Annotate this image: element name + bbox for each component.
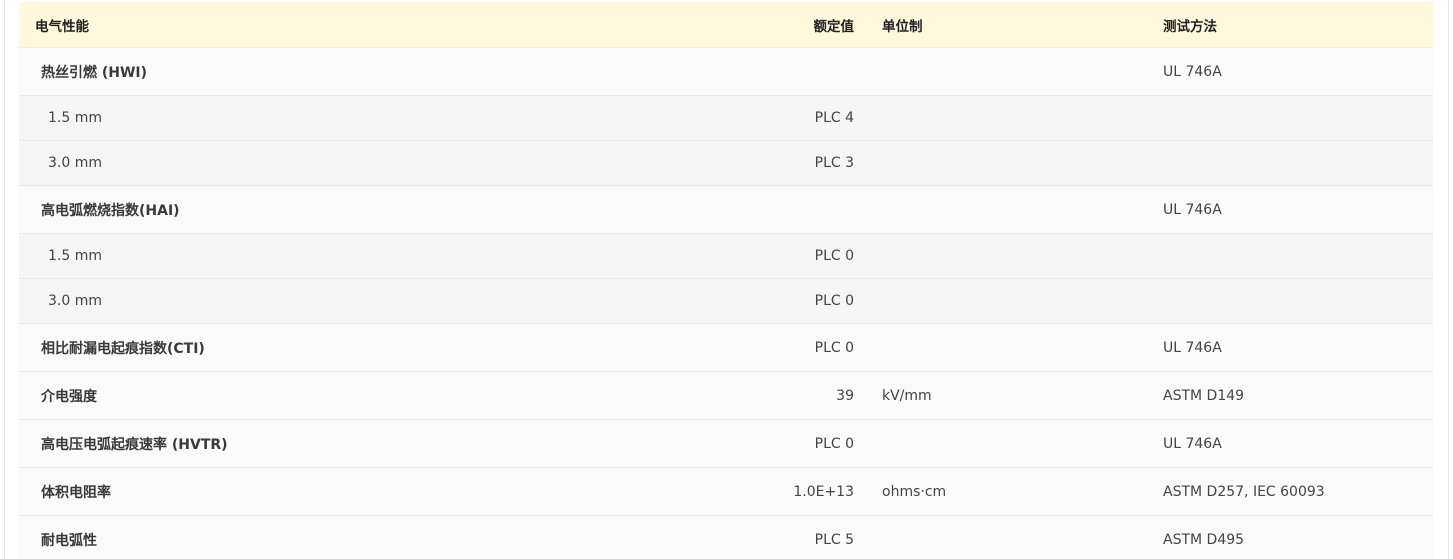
page-border-right (1448, 0, 1449, 559)
row-property: 3.0 mm (48, 293, 102, 309)
row-property: 高电压电弧起痕速率 (HVTR) (41, 436, 228, 453)
table-row: 1.5 mm PLC 4 (19, 96, 1433, 141)
row-method: UL 746A (1163, 201, 1222, 218)
header-unit: 单位制 (882, 18, 923, 35)
row-method: UL 746A (1163, 63, 1222, 80)
table-row: 耐电弧性 PLC 5 ASTM D495 (19, 516, 1433, 559)
row-value: PLC 0 (814, 293, 854, 309)
row-property: 1.5 mm (48, 110, 102, 126)
row-value: 39 (836, 387, 854, 404)
row-method: ASTM D149 (1163, 387, 1245, 404)
row-value: PLC 3 (814, 155, 854, 171)
row-property: 高电弧燃烧指数(HAI) (41, 202, 180, 219)
row-property: 体积电阻率 (41, 484, 111, 501)
row-property: 1.5 mm (48, 248, 102, 264)
table-row: 体积电阻率 1.0E+13 ohms·cm ASTM D257, IEC 600… (19, 468, 1433, 516)
row-unit: kV/mm (882, 387, 932, 404)
row-method: ASTM D257, IEC 60093 (1163, 483, 1325, 500)
row-value: PLC 4 (814, 110, 854, 126)
table-row: 热丝引燃 (HWI) UL 746A (19, 48, 1433, 96)
header-method: 测试方法 (1163, 18, 1217, 35)
row-value: 1.0E+13 (793, 483, 854, 500)
row-method: UL 746A (1163, 435, 1222, 452)
row-property: 3.0 mm (48, 155, 102, 171)
table-header: 电气性能 额定值 单位制 测试方法 (19, 2, 1433, 48)
row-method: ASTM D495 (1163, 531, 1245, 548)
header-property: 电气性能 (35, 18, 89, 35)
row-property: 相比耐漏电起痕指数(CTI) (41, 340, 205, 357)
table-row: 3.0 mm PLC 3 (19, 141, 1433, 186)
row-property: 耐电弧性 (41, 532, 97, 549)
header-value: 额定值 (813, 18, 855, 35)
row-unit: ohms·cm (882, 483, 947, 500)
table-row: 3.0 mm PLC 0 (19, 279, 1433, 324)
row-value: PLC 0 (814, 248, 854, 264)
page-border-left (4, 0, 5, 559)
row-value: PLC 0 (814, 435, 854, 452)
row-property: 热丝引燃 (HWI) (41, 64, 148, 81)
row-value: PLC 0 (814, 339, 854, 356)
electrical-properties-table: 电气性能 额定值 单位制 测试方法 热丝引燃 (HWI) UL 746A 1.5… (19, 2, 1433, 559)
table-row: 相比耐漏电起痕指数(CTI) PLC 0 UL 746A (19, 324, 1433, 372)
table-row: 高电弧燃烧指数(HAI) UL 746A (19, 186, 1433, 234)
row-value: PLC 5 (814, 531, 854, 548)
row-method: UL 746A (1163, 339, 1222, 356)
table-row: 1.5 mm PLC 0 (19, 234, 1433, 279)
row-property: 介电强度 (41, 388, 97, 405)
table-row: 高电压电弧起痕速率 (HVTR) PLC 0 UL 746A (19, 420, 1433, 468)
table-row: 介电强度 39 kV/mm ASTM D149 (19, 372, 1433, 420)
